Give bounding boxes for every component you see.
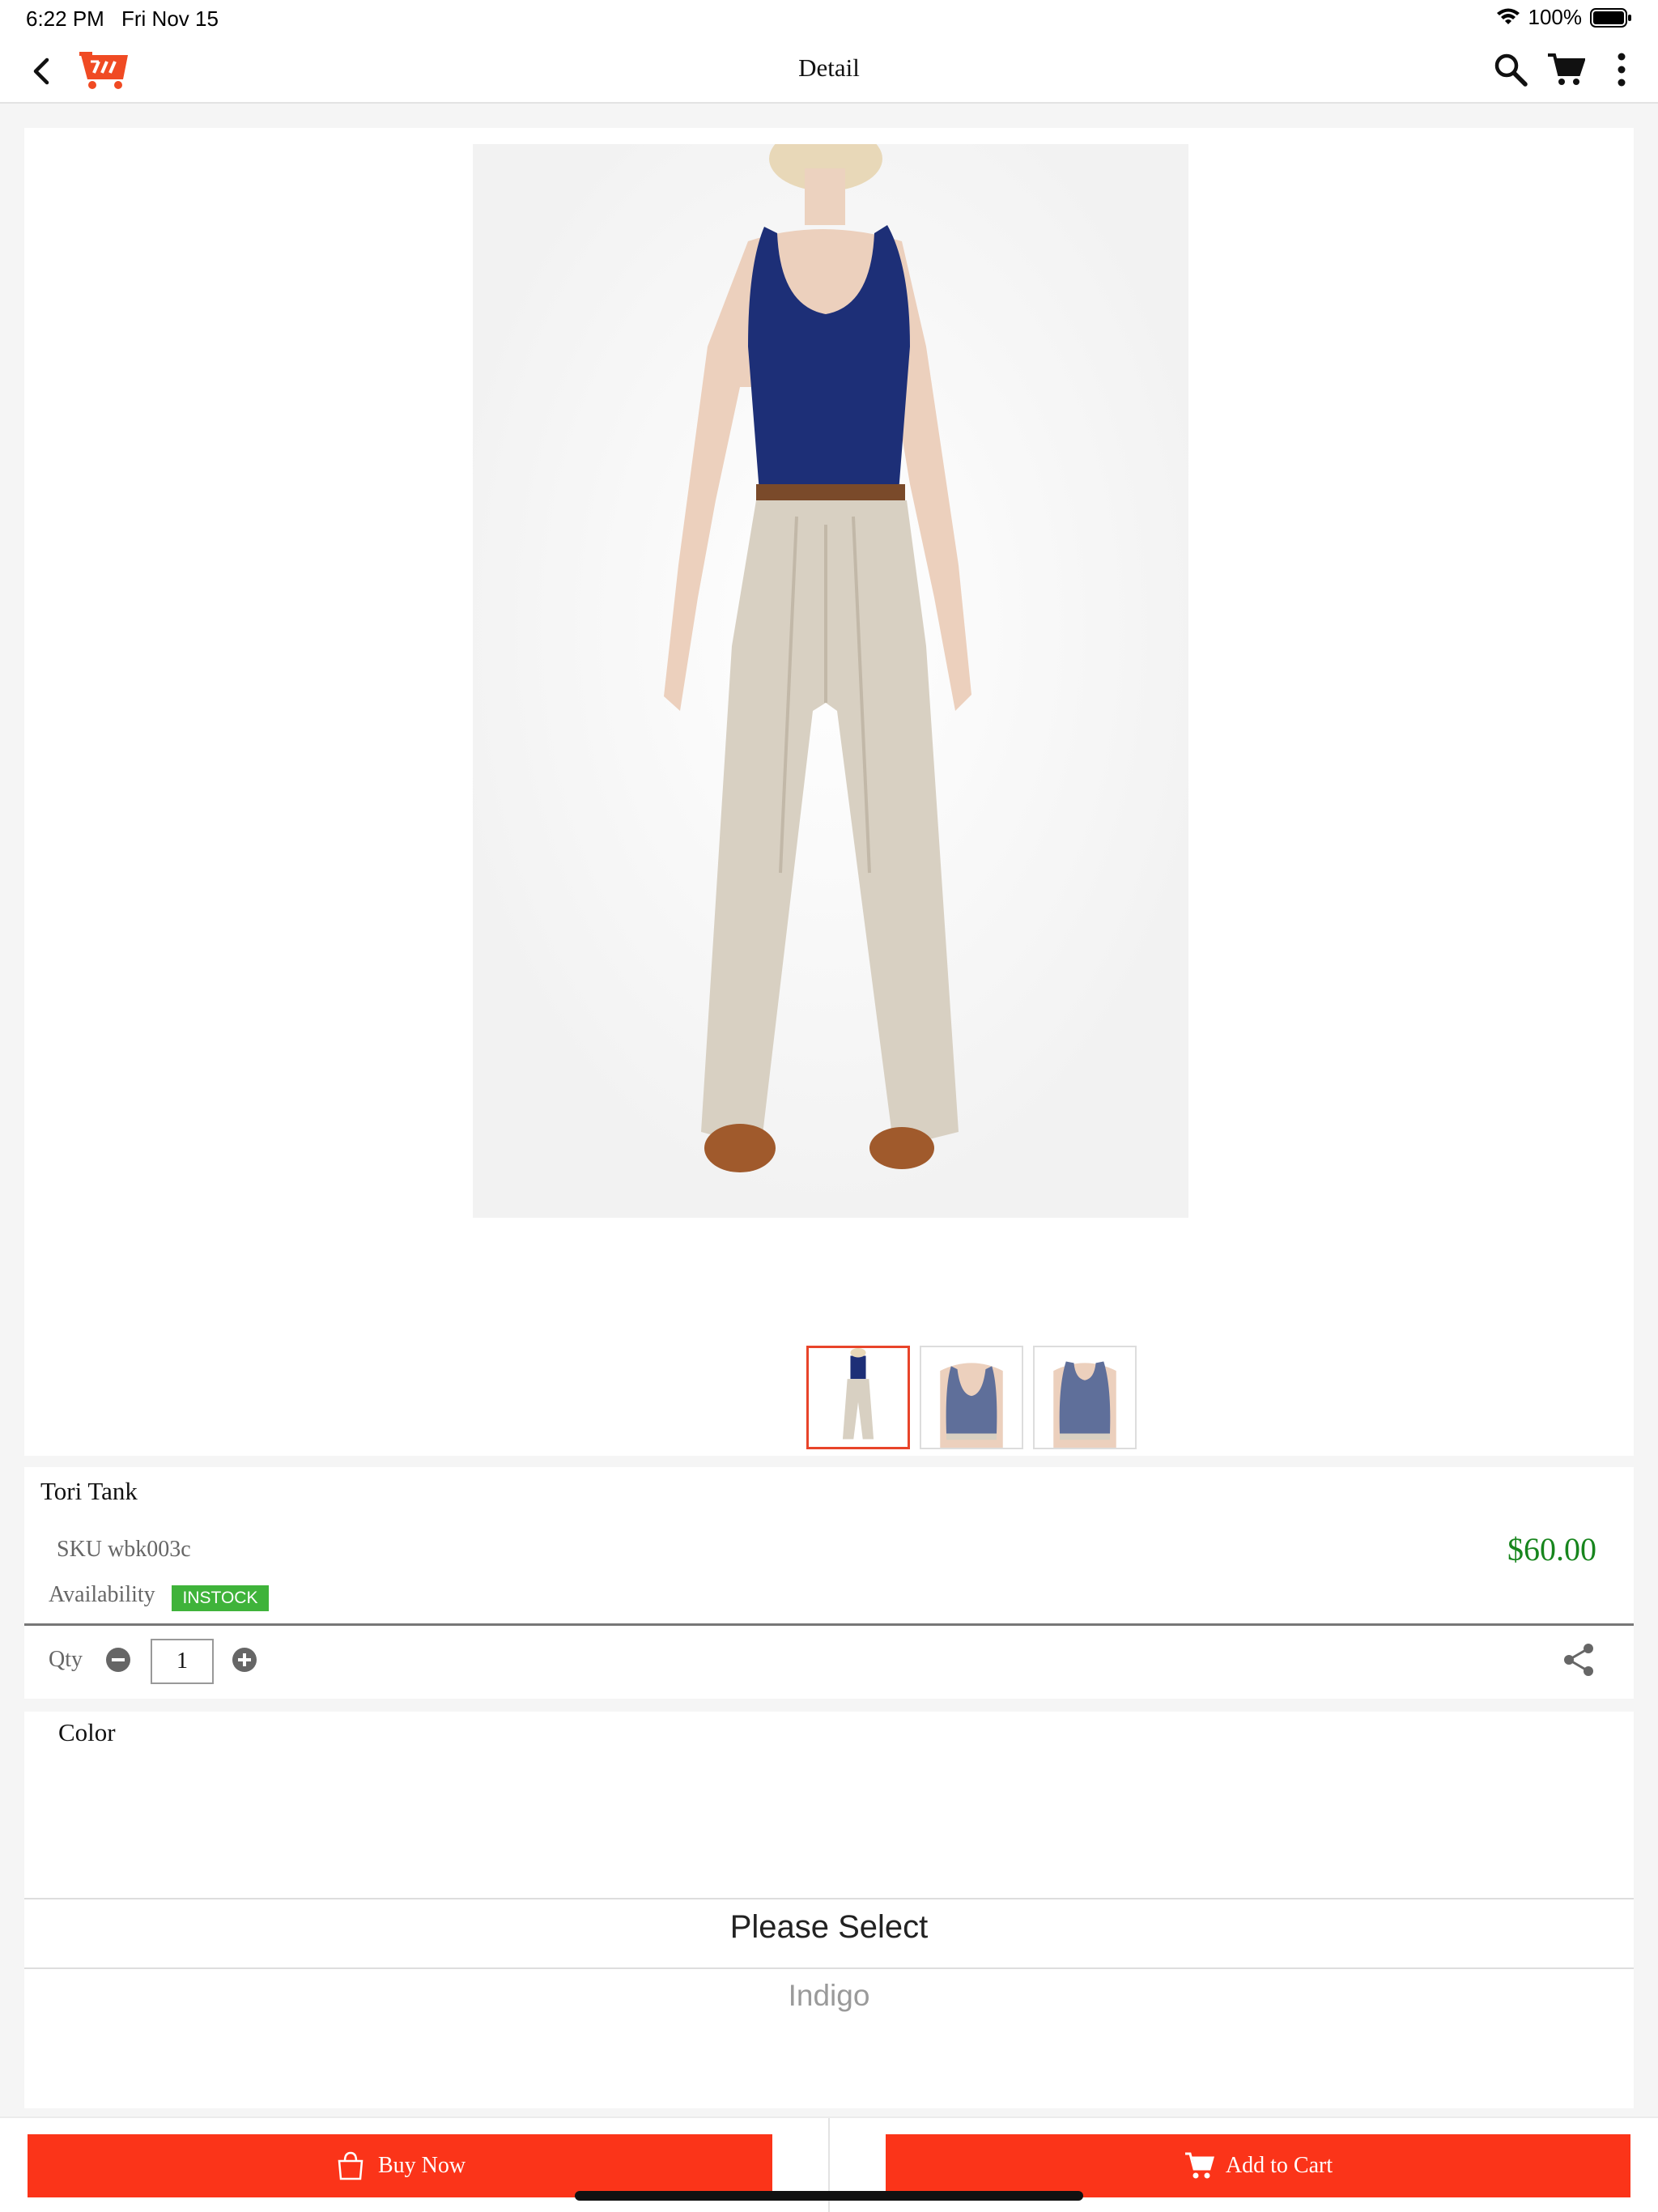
thumbnail-2[interactable]: [920, 1346, 1023, 1449]
picker-divider: [24, 1967, 1634, 1969]
color-picker-option[interactable]: Indigo: [24, 1979, 1634, 2013]
wifi-icon: [1496, 8, 1520, 24]
page-title: Detail: [798, 53, 860, 82]
product-info: Tori Tank SKU wbk003c $60.00 Availabilit…: [24, 1467, 1634, 1626]
quantity-row: Qty 1: [24, 1626, 1634, 1699]
buy-now-button[interactable]: Buy Now: [28, 2134, 772, 2197]
shopping-bag-icon: [338, 2151, 363, 2180]
share-icon[interactable]: [1561, 1642, 1596, 1678]
picker-divider: [24, 1898, 1634, 1899]
decrease-qty-icon[interactable]: [105, 1647, 131, 1673]
status-date: Fri Nov 15: [121, 6, 219, 31]
buy-now-label: Buy Now: [377, 2153, 466, 2178]
qty-label: Qty: [49, 1647, 83, 1672]
availability-label: Availability: [49, 1582, 155, 1607]
thumbnail-1[interactable]: [806, 1346, 910, 1449]
stock-status-badge: INSTOCK: [172, 1585, 269, 1611]
battery-percent: 100%: [1528, 5, 1583, 29]
increase-qty-icon[interactable]: [232, 1647, 257, 1673]
cart-icon: [1184, 2152, 1214, 2179]
product-name: Tori Tank: [40, 1477, 138, 1505]
thumbnail-strip: [806, 1346, 1137, 1449]
product-sku: SKU wbk003c: [57, 1537, 191, 1562]
add-to-cart-label: Add to Cart: [1225, 2153, 1333, 2178]
product-gallery: [24, 128, 1634, 1456]
more-options-icon[interactable]: [1609, 50, 1634, 89]
bottom-action-bar: Buy Now Add to Cart: [0, 2116, 1658, 2212]
cart-icon[interactable]: [1546, 52, 1585, 87]
color-label: Color: [58, 1718, 116, 1746]
product-price: $60.00: [1507, 1531, 1596, 1568]
status-time: 6:22 PM: [26, 6, 104, 31]
thumbnail-3[interactable]: [1033, 1346, 1137, 1449]
status-bar: 6:22 PM Fri Nov 15 100%: [0, 0, 1658, 39]
search-icon[interactable]: [1493, 52, 1528, 87]
status-indicators: 100%: [1496, 5, 1633, 30]
nav-bar: Detail: [0, 39, 1658, 104]
color-picker-selected[interactable]: Please Select: [24, 1909, 1634, 1946]
product-main-image[interactable]: [473, 144, 1188, 1218]
battery-icon: [1590, 7, 1631, 28]
quantity-field[interactable]: 1: [151, 1639, 214, 1684]
add-to-cart-button[interactable]: Add to Cart: [886, 2134, 1630, 2197]
home-indicator: [575, 2191, 1083, 2201]
color-option-panel: Color Please Select Indigo: [24, 1712, 1634, 2108]
